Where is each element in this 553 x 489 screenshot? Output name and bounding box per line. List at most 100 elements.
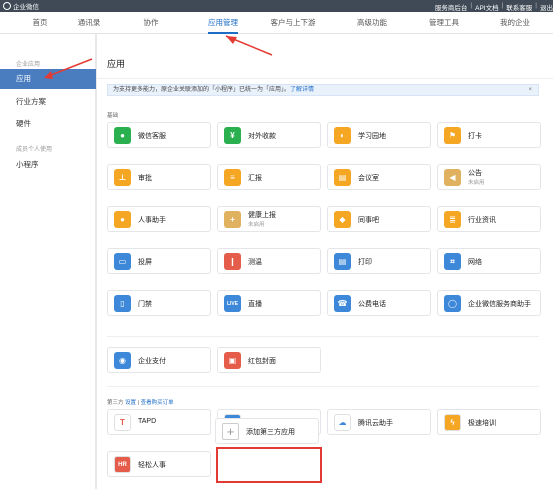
app-name: 公告 — [468, 170, 482, 177]
app-name: 审批 — [138, 175, 152, 182]
meeting-room-icon: ▤ — [334, 169, 351, 186]
diamond-icon: ◆ — [334, 211, 351, 228]
app-card-basic[interactable]: + 健康上报未启用 — [217, 206, 321, 232]
app-card-basic[interactable]: LIVE 直播 — [217, 290, 321, 316]
planet-icon: ◐ — [334, 127, 351, 144]
sidebar-item-solutions[interactable]: 行业方案 — [0, 92, 96, 112]
nav-home[interactable]: 首页 — [33, 12, 48, 34]
section-third-header: 第三方 设置 | 查看购买订单 — [107, 400, 174, 406]
sidebar-group-personal: 成员个人使用 — [16, 147, 53, 153]
app-name: 公费电话 — [358, 301, 386, 308]
add-third-party-app-button[interactable]: + 添加第三方应用 — [215, 418, 319, 444]
app-name: 腾讯云助手 — [358, 420, 393, 427]
app-name: 网络 — [468, 259, 482, 266]
third-settings-link[interactable]: 设置 — [125, 400, 136, 406]
main-panel: 应用 为支持更多能力，原企业关联添加的「小程序」已统一为「应用」。了解详情 × … — [96, 34, 553, 489]
section-basic-label: 基础 — [107, 113, 119, 119]
app-name: 对外收款 — [248, 133, 276, 140]
app-name: 测温 — [248, 259, 262, 266]
sidebar-item-apps[interactable]: 应用 — [0, 69, 96, 89]
app-card-basic[interactable]: ⚑ 打卡 — [437, 122, 541, 148]
live-icon: LIVE — [224, 295, 241, 312]
app-card-basic[interactable]: ● 人事助手 — [107, 206, 211, 232]
app-card-third-party[interactable]: ☁ 腾讯云助手 — [327, 409, 431, 435]
health-plus-icon: + — [224, 211, 241, 228]
close-icon[interactable]: × — [528, 85, 532, 96]
app-card-third-party[interactable]: HR 轻松人事 — [107, 451, 211, 477]
top-link-support[interactable]: 联系客服 — [506, 2, 532, 12]
lightning-icon: ϟ — [444, 414, 461, 431]
nav-advanced[interactable]: 高级功能 — [357, 12, 387, 34]
news-icon: ≣ — [444, 211, 461, 228]
app-card-third-party[interactable]: T TAPD — [107, 409, 211, 435]
top-link-provider[interactable]: 服务商后台 — [435, 2, 468, 12]
app-name: 企业微信服务商助手 — [468, 301, 531, 308]
service-helper-icon: ◯ — [444, 295, 461, 312]
app-card-basic[interactable]: ▯ 门禁 — [107, 290, 211, 316]
door-icon: ▯ — [114, 295, 131, 312]
app-name: TAPD — [138, 418, 157, 425]
tencent-cloud-icon: ☁ — [334, 414, 351, 431]
app-status: 未启用 — [468, 180, 485, 186]
app-card-basic[interactable]: ▭ 投屏 — [107, 248, 211, 274]
sidebar-group-enterprise: 企业应用 — [16, 62, 41, 68]
app-card-basic[interactable]: ≣ 行业资讯 — [437, 206, 541, 232]
app-card-basic[interactable]: ◐ 学习园地 — [327, 122, 431, 148]
app-name: 红包封面 — [248, 358, 276, 365]
app-card-basic[interactable]: ◀ 公告 未启用 — [437, 164, 541, 190]
app-card-basic[interactable]: ¥ 对外收款 — [217, 122, 321, 148]
nav-admin-tools[interactable]: 管理工具 — [429, 12, 459, 34]
app-name: 轻松人事 — [138, 462, 166, 469]
app-name: 同事吧 — [358, 217, 379, 224]
notice-banner: 为支持更多能力，原企业关联添加的「小程序」已统一为「应用」。了解详情 × — [107, 84, 539, 96]
notice-more-link[interactable]: 了解详情 — [290, 87, 314, 93]
app-name: 打卡 — [468, 133, 482, 140]
nav-customers[interactable]: 客户与上下游 — [271, 12, 316, 34]
app-card-payment[interactable]: ▣ 红包封面 — [217, 347, 321, 373]
tapd-logo-icon: T — [114, 414, 131, 431]
plus-icon: + — [222, 423, 239, 440]
app-card-third-party[interactable]: ϟ 极速培训 — [437, 409, 541, 435]
app-card-basic[interactable]: ▤ 会议室 — [327, 164, 431, 190]
red-envelope-icon: ▣ — [224, 352, 241, 369]
nav-app-management[interactable]: 应用管理 — [208, 12, 238, 34]
app-name: 门禁 — [138, 301, 152, 308]
app-logo[interactable]: 企业微信 — [3, 1, 39, 11]
nav-collaboration[interactable]: 协作 — [144, 12, 159, 34]
app-name: 极速培训 — [468, 420, 496, 427]
printer-icon: ▤ — [334, 253, 351, 270]
app-name: 会议室 — [358, 175, 379, 182]
nav-contacts[interactable]: 通讯录 — [78, 12, 101, 34]
top-link-api[interactable]: API文档 — [475, 2, 498, 12]
phone-icon: ☎ — [334, 295, 351, 312]
section-divider — [107, 336, 539, 337]
app-card-basic[interactable]: ● 微信客服 — [107, 122, 211, 148]
section-divider — [107, 386, 539, 387]
location-icon: ⚑ — [444, 127, 461, 144]
app-card-basic[interactable]: ❙ 测温 — [217, 248, 321, 274]
third-label: 第三方 — [107, 400, 124, 406]
app-card-basic[interactable]: ◯ 企业微信服务商助手 — [437, 290, 541, 316]
sidebar-item-hardware[interactable]: 硬件 — [0, 114, 96, 134]
app-status: 未启用 — [248, 222, 265, 228]
app-name: 直播 — [248, 301, 262, 308]
app-card-basic[interactable]: ☎ 公费电话 — [327, 290, 431, 316]
app-card-basic[interactable]: ⌗ 网络 — [437, 248, 541, 274]
thermometer-icon: ❙ — [224, 253, 241, 270]
top-links: 服务商后台 | API文档 | 联系客服 | 退出 — [434, 2, 553, 12]
third-orders-link[interactable]: 查看购买订单 — [141, 400, 174, 406]
app-name: 人事助手 — [138, 217, 166, 224]
app-card-basic[interactable]: ◆ 同事吧 — [327, 206, 431, 232]
app-card-basic[interactable]: ▤ 打印 — [327, 248, 431, 274]
report-icon: ≡ — [224, 169, 241, 186]
app-name: 汇报 — [248, 175, 262, 182]
screen-cast-icon: ▭ — [114, 253, 131, 270]
app-card-payment[interactable]: ◉ 企业支付 — [107, 347, 211, 373]
sidebar-item-miniprogram[interactable]: 小程序 — [0, 155, 96, 175]
top-link-logout[interactable]: 退出 — [540, 2, 553, 12]
app-name: 健康上报 — [248, 212, 276, 219]
app-card-basic[interactable]: ≡ 汇报 — [217, 164, 321, 190]
app-card-basic[interactable]: ⊥ 审批 — [107, 164, 211, 190]
notice-text: 为支持更多能力，原企业关联添加的「小程序」已统一为「应用」。 — [113, 87, 291, 93]
nav-my-company[interactable]: 我的企业 — [500, 12, 530, 34]
